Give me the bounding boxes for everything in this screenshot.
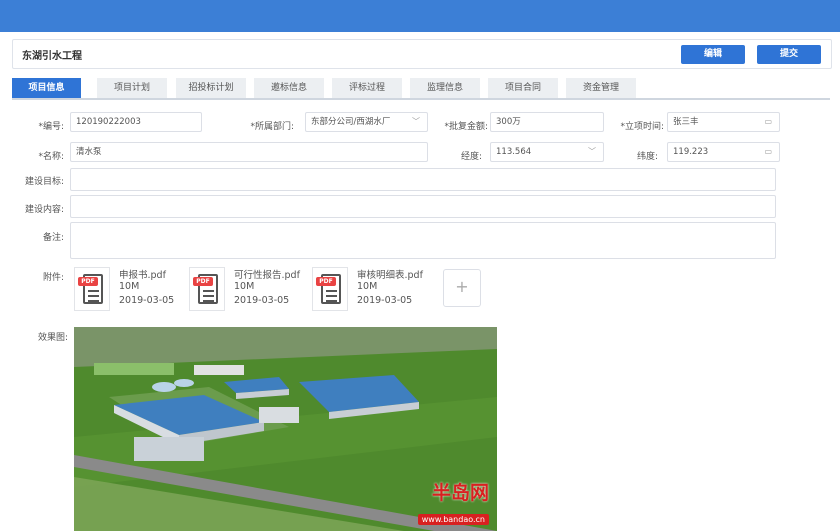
project-date-value: 张三丰 <box>673 117 699 127</box>
attachment-item[interactable]: PDF 审核明细表.pdf 10M 2019-03-05 <box>312 267 423 313</box>
pdf-tag: PDF <box>316 277 336 286</box>
attachment-size: 10M <box>357 281 378 292</box>
top-navigation-bar <box>0 0 840 32</box>
tab-invitation-info[interactable]: 邀标信息 <box>254 78 324 98</box>
department-label: *所属部门: <box>250 122 294 132</box>
pdf-file-icon: PDF <box>74 267 110 311</box>
note-textarea[interactable] <box>70 222 776 259</box>
amount-field[interactable]: 300万 <box>490 112 604 132</box>
content-label: 建设内容: <box>24 205 64 215</box>
tab-bidding-plan[interactable]: 招投标计划 <box>176 78 246 98</box>
watermark-url: www.bandao.cn <box>417 514 489 525</box>
goal-label: 建设目标: <box>24 177 64 187</box>
goal-input[interactable] <box>70 168 776 191</box>
name-value: 清水泵 <box>76 147 102 157</box>
amount-label: *批复金额: <box>444 122 488 132</box>
department-value: 东部分公司/西湖水厂 <box>311 117 391 127</box>
code-value: 120190222003 <box>76 117 141 127</box>
calendar-icon: ▭ <box>764 117 772 126</box>
attachment-date: 2019-03-05 <box>119 295 175 306</box>
note-label: 备注: <box>42 233 64 243</box>
render-image: 半岛网 www.bandao.cn <box>74 327 497 531</box>
attachment-item[interactable]: PDF 申报书.pdf 10M 2019-03-05 <box>74 267 184 313</box>
chevron-down-icon: ﹀ <box>588 147 596 156</box>
content-input[interactable] <box>70 195 776 218</box>
attachment-name: 可行性报告.pdf <box>234 270 300 281</box>
longitude-select[interactable]: 113.564 ﹀ <box>490 142 604 162</box>
tab-fund-management[interactable]: 资金管理 <box>566 78 636 98</box>
name-field[interactable]: 清水泵 <box>70 142 428 162</box>
department-select[interactable]: 东部分公司/西湖水厂 ﹀ <box>305 112 428 132</box>
project-date-picker[interactable]: 张三丰 ▭ <box>667 112 780 132</box>
tab-project-info[interactable]: 项目信息 <box>12 78 81 98</box>
longitude-label: 经度: <box>460 152 482 162</box>
watermark-logo: 半岛网 <box>431 482 489 504</box>
tab-supervision-info[interactable]: 监理信息 <box>410 78 480 98</box>
attachment-label: 附件: <box>42 273 64 283</box>
code-label: *编号: <box>38 122 64 132</box>
name-label: *名称: <box>38 152 64 162</box>
latitude-label: 纬度: <box>636 152 658 162</box>
pdf-tag: PDF <box>193 277 213 286</box>
longitude-value: 113.564 <box>496 147 532 157</box>
latitude-value: 119.223 <box>673 147 709 157</box>
attachment-name: 审核明细表.pdf <box>357 270 423 281</box>
project-title: 东湖引水工程 <box>22 51 82 62</box>
amount-value: 300万 <box>496 117 521 127</box>
title-bar: 东湖引水工程 编辑 提交 <box>12 39 832 69</box>
tab-project-plan[interactable]: 项目计划 <box>97 78 167 98</box>
render-label: 效果图: <box>37 333 68 343</box>
project-date-label: *立项时间: <box>620 122 664 132</box>
tab-project-contract[interactable]: 项目合同 <box>488 78 558 98</box>
attachment-date: 2019-03-05 <box>357 295 413 306</box>
plus-icon: + <box>455 277 469 296</box>
pdf-file-icon: PDF <box>312 267 348 311</box>
tab-evaluation-process[interactable]: 评标过程 <box>332 78 402 98</box>
code-field[interactable]: 120190222003 <box>70 112 202 132</box>
add-attachment-button[interactable]: + <box>443 269 481 307</box>
attachment-size: 10M <box>234 281 255 292</box>
edit-button[interactable]: 编辑 <box>681 45 745 64</box>
tab-bar: 项目信息 项目计划 招投标计划 邀标信息 评标过程 监理信息 项目合同 资金管理 <box>12 78 830 100</box>
latitude-picker[interactable]: 119.223 ▭ <box>667 142 780 162</box>
pdf-file-icon: PDF <box>189 267 225 311</box>
submit-button[interactable]: 提交 <box>757 45 821 64</box>
calendar-icon: ▭ <box>764 147 772 156</box>
attachment-date: 2019-03-05 <box>234 295 290 306</box>
pdf-tag: PDF <box>78 277 98 286</box>
attachment-name: 申报书.pdf <box>119 270 166 281</box>
chevron-down-icon: ﹀ <box>412 117 420 126</box>
attachment-item[interactable]: PDF 可行性报告.pdf 10M 2019-03-05 <box>189 267 300 313</box>
attachment-size: 10M <box>119 281 140 292</box>
